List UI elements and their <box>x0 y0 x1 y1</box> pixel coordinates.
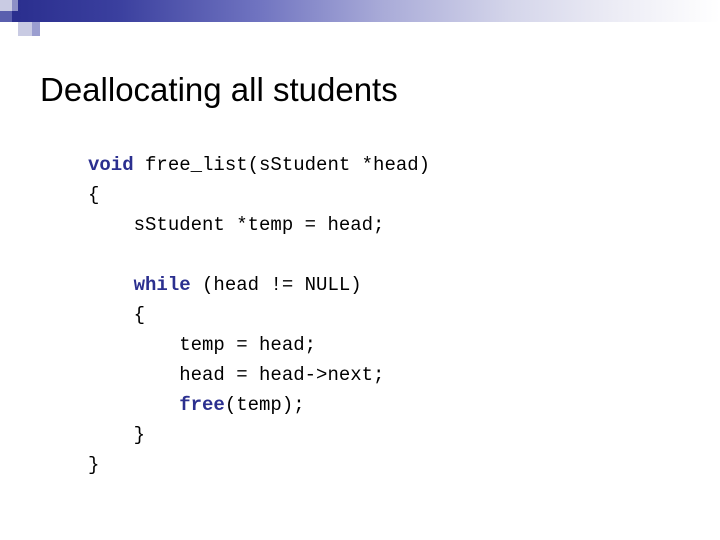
code-text: { <box>133 304 146 326</box>
deco-square-6 <box>32 22 40 36</box>
code-keyword: void <box>88 154 134 176</box>
code-line: sStudent *temp = head; <box>88 210 688 240</box>
code-line: while (head != NULL) <box>88 270 688 300</box>
header-gradient-bar <box>18 0 720 22</box>
code-block: void free_list(sStudent *head) { sStudent… <box>88 150 688 480</box>
slide: Deallocating all students void free_list… <box>0 0 720 540</box>
code-text: (head != NULL) <box>190 274 362 296</box>
header-decoration <box>0 0 720 44</box>
code-line: void free_list(sStudent *head) <box>88 150 688 180</box>
code-line: free(temp); <box>88 390 688 420</box>
code-keyword: free <box>179 394 225 416</box>
code-line: temp = head; <box>88 330 688 360</box>
code-text: (temp); <box>224 394 305 416</box>
code-line: { <box>88 180 688 210</box>
deco-square-2 <box>12 0 18 11</box>
code-text: } <box>88 454 100 476</box>
code-text: sStudent *temp = head; <box>133 214 385 236</box>
code-line: { <box>88 300 688 330</box>
code-line: } <box>88 450 688 480</box>
code-text: temp = head; <box>179 334 317 356</box>
deco-square-4 <box>12 11 18 22</box>
code-text: free_list(sStudent *head) <box>133 154 431 176</box>
code-keyword: while <box>133 274 191 296</box>
slide-title: Deallocating all students <box>40 71 398 108</box>
code-line: head = head->next; <box>88 360 688 390</box>
code-text: } <box>133 424 146 446</box>
code-text: head = head->next; <box>179 364 385 386</box>
deco-square-1 <box>0 0 12 11</box>
code-text: { <box>88 184 100 206</box>
deco-square-3 <box>0 11 12 22</box>
deco-square-5 <box>18 22 32 36</box>
code-line: } <box>88 420 688 450</box>
